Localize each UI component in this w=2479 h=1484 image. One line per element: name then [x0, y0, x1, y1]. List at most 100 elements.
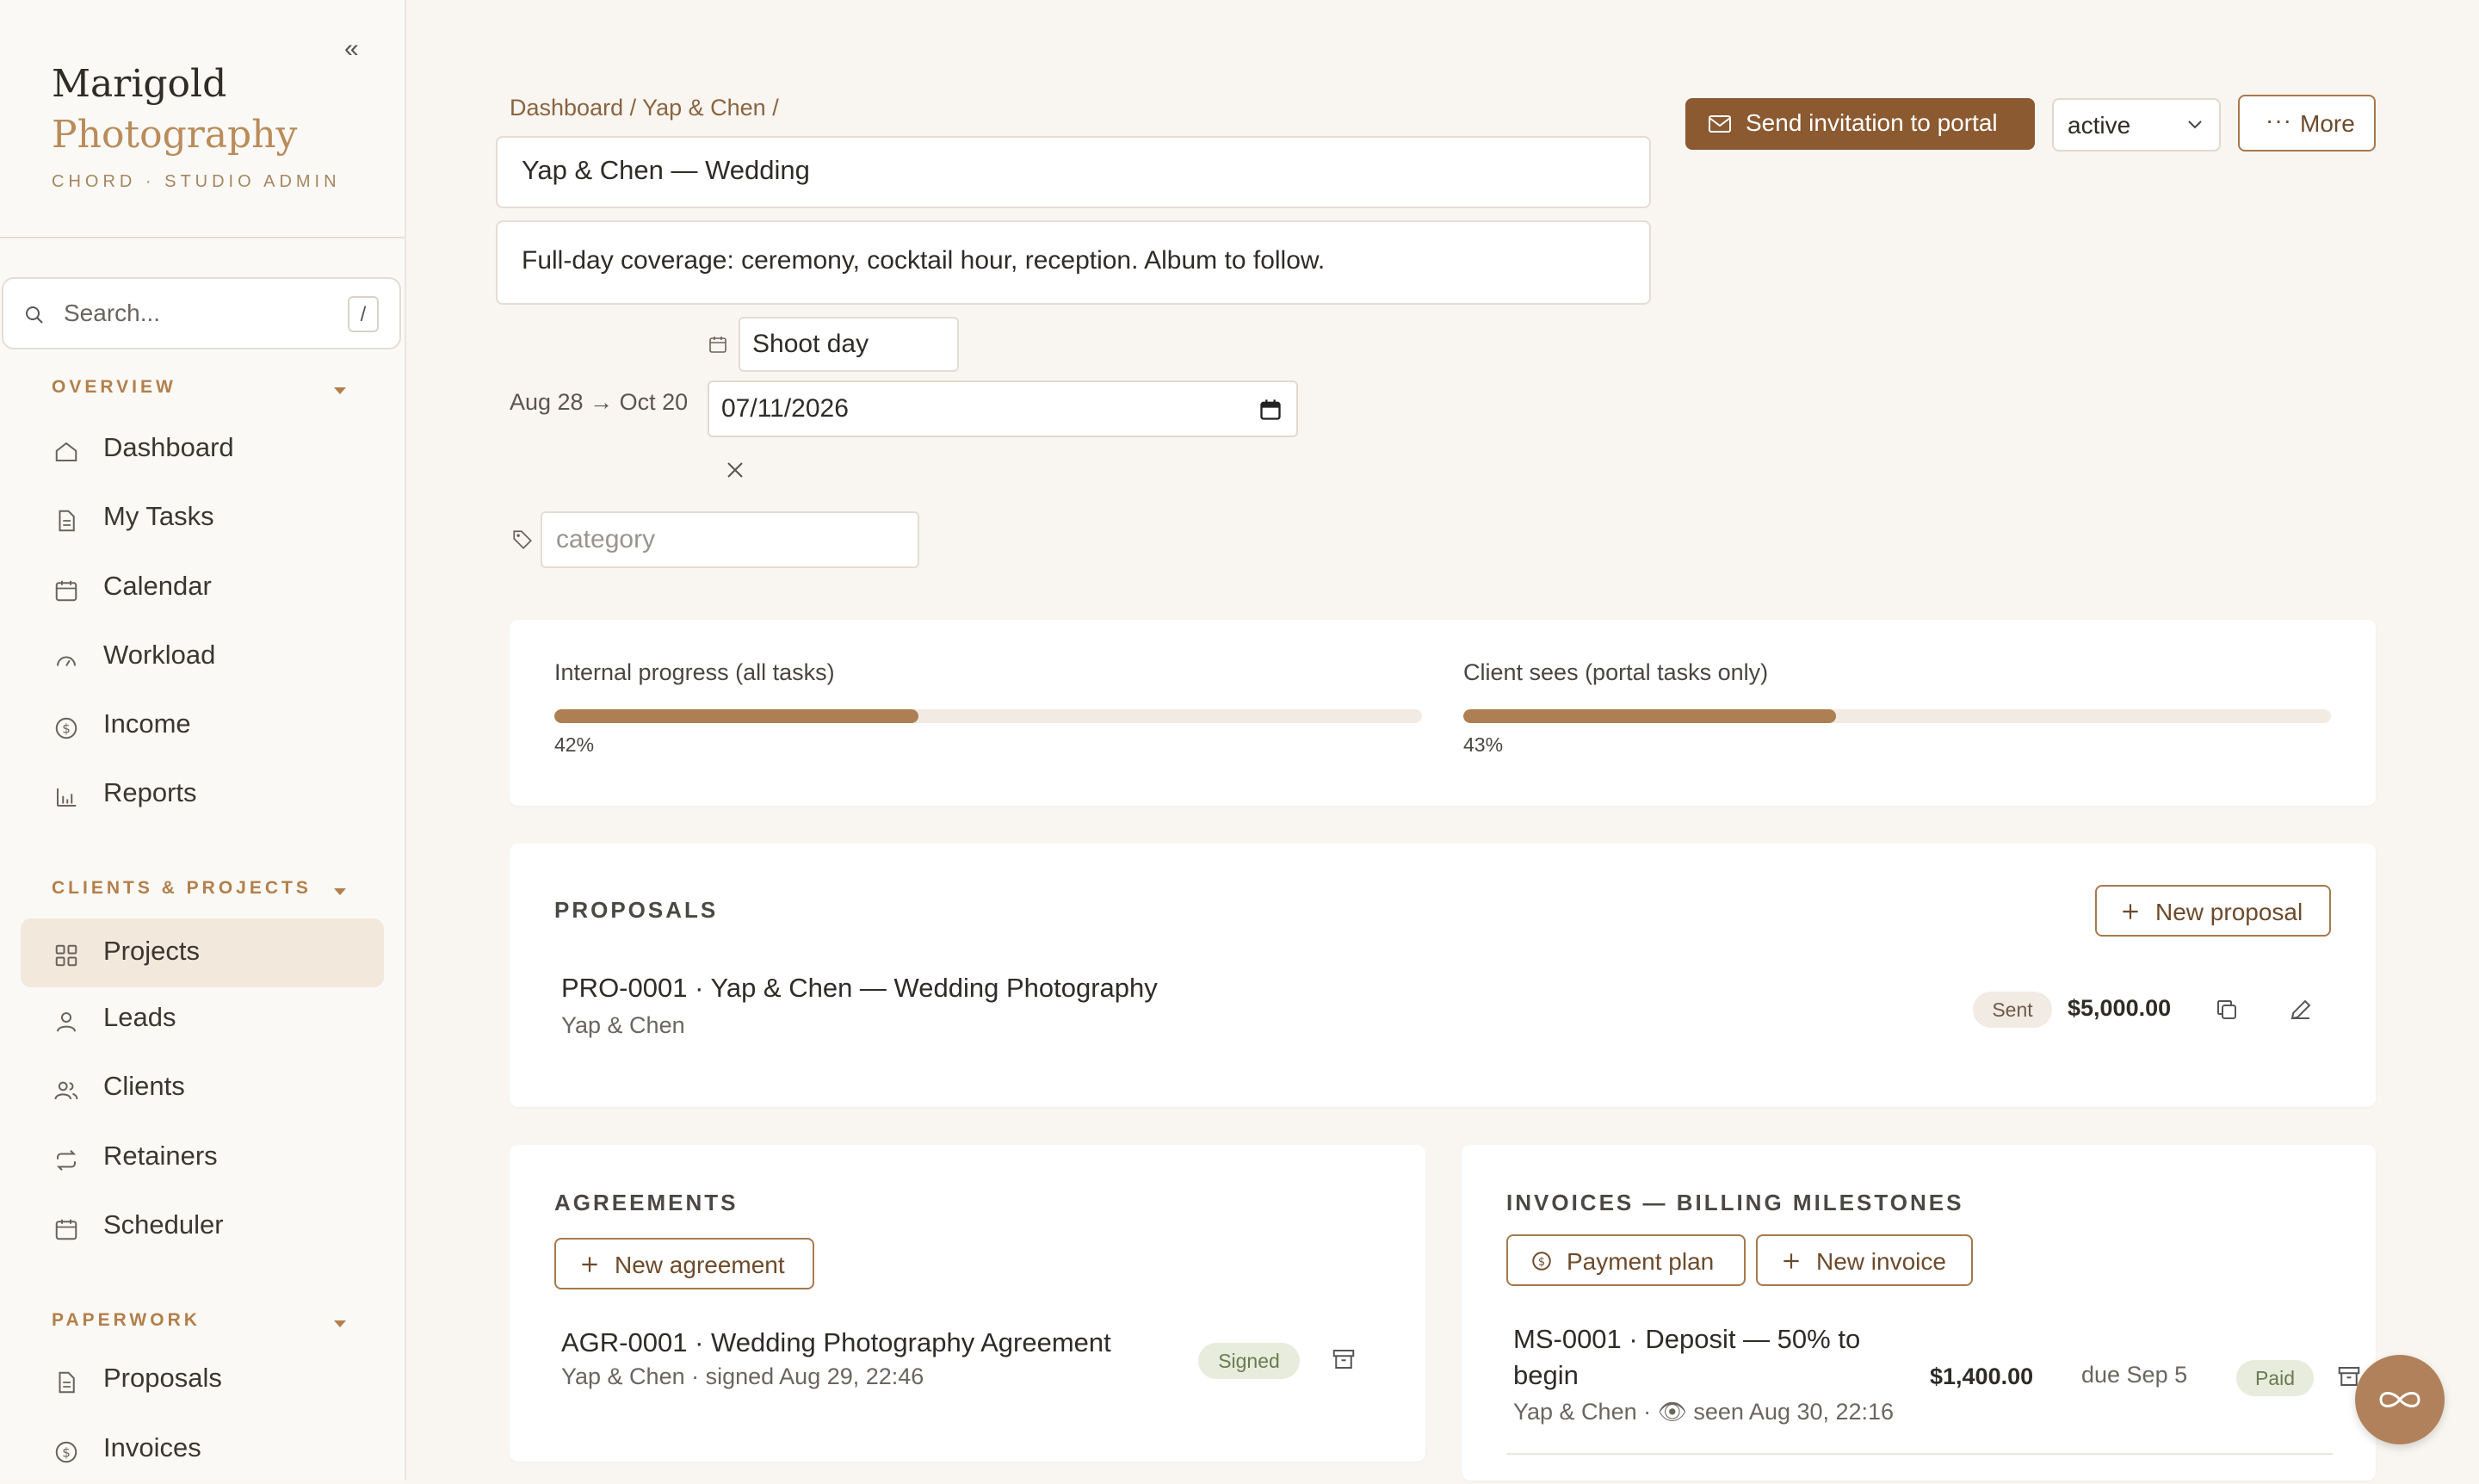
users-icon — [53, 1078, 79, 1104]
new-agreement-button[interactable]: New agreement — [554, 1238, 814, 1289]
sidebar-item-label: Retainers — [103, 1141, 218, 1171]
sidebar-item-label: Dashboard — [103, 432, 234, 462]
new-invoice-button[interactable]: New invoice — [1756, 1234, 1973, 1286]
sidebar-item-label: Proposals — [103, 1363, 222, 1393]
repeat-icon — [53, 1147, 79, 1173]
collapse-sidebar-button[interactable]: « — [344, 34, 359, 64]
proposal-amount: $5,000.00 — [2068, 995, 2172, 1021]
internal-progress-label: Internal progress (all tasks) — [554, 659, 835, 685]
dollar-icon: $ — [53, 715, 79, 741]
payment-plan-button[interactable]: $ Payment plan — [1506, 1234, 1746, 1286]
project-description-input[interactable]: Full-day coverage: ceremony, cocktail ho… — [496, 220, 1651, 305]
send-invitation-button[interactable]: Send invitation to portal — [1685, 98, 2035, 150]
sidebar-item-label: Clients — [103, 1071, 185, 1101]
sidebar-item-workload[interactable]: Workload — [21, 622, 384, 691]
more-button[interactable]: ··· More — [2238, 95, 2376, 151]
client-progress-bar — [1463, 709, 2331, 723]
sidebar-item-clients[interactable]: Clients — [21, 1054, 384, 1122]
sidebar-item-label: Calendar — [103, 571, 212, 601]
invoice-due: due Sep 5 — [2081, 1362, 2188, 1388]
mail-icon — [1708, 114, 1732, 134]
invoice-row-title[interactable]: MS-0001 · Deposit — 50% to — [1513, 1324, 1860, 1355]
invoice-amount: $1,400.00 — [1930, 1363, 2034, 1389]
section-overview[interactable]: OVERVIEW — [52, 377, 176, 398]
proposal-row-title[interactable]: PRO-0001 · Yap & Chen — Wedding Photogra… — [561, 973, 1158, 1004]
progress-card: Internal progress (all tasks) 42% Client… — [510, 620, 2376, 806]
svg-text:$: $ — [1538, 1256, 1545, 1269]
new-proposal-label: New proposal — [2155, 899, 2303, 925]
proposals-title: PROPOSALS — [554, 897, 719, 923]
internal-progress-percent: 42% — [554, 733, 595, 756]
category-input[interactable]: category — [541, 511, 919, 568]
client-progress-label: Client sees (portal tasks only) — [1463, 659, 1769, 685]
main-content: Dashboard / Yap & Chen / Yap & Chen — We… — [406, 0, 2479, 1481]
sidebar-item-my-tasks[interactable]: My Tasks — [21, 484, 384, 553]
assistant-fab-button[interactable] — [2355, 1355, 2445, 1444]
event-date-input[interactable]: 07/11/2026 — [708, 380, 1298, 437]
sidebar-item-income[interactable]: $ Income — [21, 691, 384, 760]
sidebar-item-calendar[interactable]: Calendar — [21, 553, 384, 622]
sidebar-item-reports[interactable]: Reports — [21, 760, 384, 829]
project-title-input[interactable]: Yap & Chen — Wedding — [496, 136, 1651, 208]
dollar-icon: $ — [1530, 1250, 1553, 1272]
section-clients-projects[interactable]: CLIENTS & PROJECTS — [52, 878, 312, 899]
plus-icon — [578, 1253, 601, 1276]
client-progress-percent: 43% — [1463, 733, 1504, 756]
agreements-title: AGREEMENTS — [554, 1190, 739, 1215]
brand-logo: Marigold Photography CHORD · STUDIO ADMI… — [52, 60, 341, 192]
dollar-icon: $ — [53, 1439, 79, 1465]
row-divider — [1506, 1453, 2333, 1455]
sidebar-item-proposals[interactable]: Proposals — [21, 1345, 384, 1414]
internal-progress-fill — [554, 709, 919, 723]
agreement-row-title[interactable]: AGR-0001 · Wedding Photography Agreement — [561, 1327, 1111, 1358]
chevron-down-icon[interactable] — [334, 387, 346, 394]
calendar-picker-icon[interactable] — [1258, 398, 1283, 422]
bar-chart-icon — [53, 784, 79, 810]
proposals-card: PROPOSALS New proposal PRO-0001 · Yap & … — [510, 844, 2376, 1107]
brand-tagline: CHORD · STUDIO ADMIN — [52, 172, 341, 191]
send-invitation-label: Send invitation to portal — [1746, 109, 1998, 136]
status-select[interactable]: active — [2052, 98, 2221, 151]
edit-icon[interactable] — [2288, 997, 2314, 1023]
breadcrumb[interactable]: Dashboard / Yap & Chen / — [510, 95, 779, 121]
calendar-icon — [53, 1216, 79, 1242]
brand-subname: Photography — [52, 113, 298, 157]
proposal-row-client: Yap & Chen — [561, 1012, 685, 1038]
sidebar-item-scheduler[interactable]: Scheduler — [21, 1192, 384, 1261]
invoices-card: INVOICES — BILLING MILESTONES $ Payment … — [1462, 1145, 2376, 1481]
sidebar-item-invoices[interactable]: $ Invoices — [21, 1415, 384, 1484]
infinity-icon — [2379, 1392, 2420, 1407]
new-proposal-button[interactable]: New proposal — [2095, 885, 2331, 937]
chevron-down-icon[interactable] — [334, 1320, 346, 1327]
sidebar-item-leads[interactable]: Leads — [21, 985, 384, 1054]
sidebar-item-label: Projects — [103, 936, 200, 966]
plus-icon — [2119, 900, 2142, 923]
gauge-icon — [53, 646, 79, 672]
internal-progress-bar — [554, 709, 1422, 723]
search-input[interactable]: Search... / — [2, 277, 401, 349]
status-badge: Signed — [1198, 1343, 1300, 1379]
archive-icon[interactable] — [1331, 1346, 1357, 1372]
close-icon[interactable] — [725, 460, 745, 480]
sidebar-item-label: Income — [103, 708, 191, 739]
invoice-row-title-cont[interactable]: begin — [1513, 1360, 1579, 1391]
payment-plan-label: Payment plan — [1567, 1248, 1715, 1275]
event-label-input[interactable]: Shoot day — [739, 317, 959, 372]
new-invoice-label: New invoice — [1816, 1248, 1946, 1275]
sidebar-item-projects[interactable]: Projects — [21, 918, 384, 987]
search-shortcut-key: / — [348, 296, 379, 332]
chevron-down-icon[interactable] — [334, 888, 346, 895]
search-placeholder: Search... — [64, 300, 161, 326]
agreements-card: AGREEMENTS New agreement AGR-0001 · Wedd… — [510, 1145, 1425, 1462]
invoice-row-sub: Yap & Chen · 👁 seen Aug 30, 22:16 — [1513, 1399, 1895, 1425]
sidebar-item-retainers[interactable]: Retainers — [21, 1123, 384, 1192]
duplicate-icon[interactable] — [2214, 997, 2240, 1023]
invoices-title: INVOICES — BILLING MILESTONES — [1506, 1190, 1964, 1215]
date-range: Aug 28 → Oct 20 — [510, 389, 689, 415]
sidebar-item-label: Scheduler — [103, 1209, 224, 1240]
grid-icon — [53, 943, 79, 968]
agreement-row-sub: Yap & Chen · signed Aug 29, 22:46 — [561, 1363, 924, 1389]
new-agreement-label: New agreement — [615, 1252, 785, 1278]
sidebar-item-dashboard[interactable]: Dashboard — [21, 415, 384, 484]
section-paperwork[interactable]: PAPERWORK — [52, 1310, 201, 1331]
